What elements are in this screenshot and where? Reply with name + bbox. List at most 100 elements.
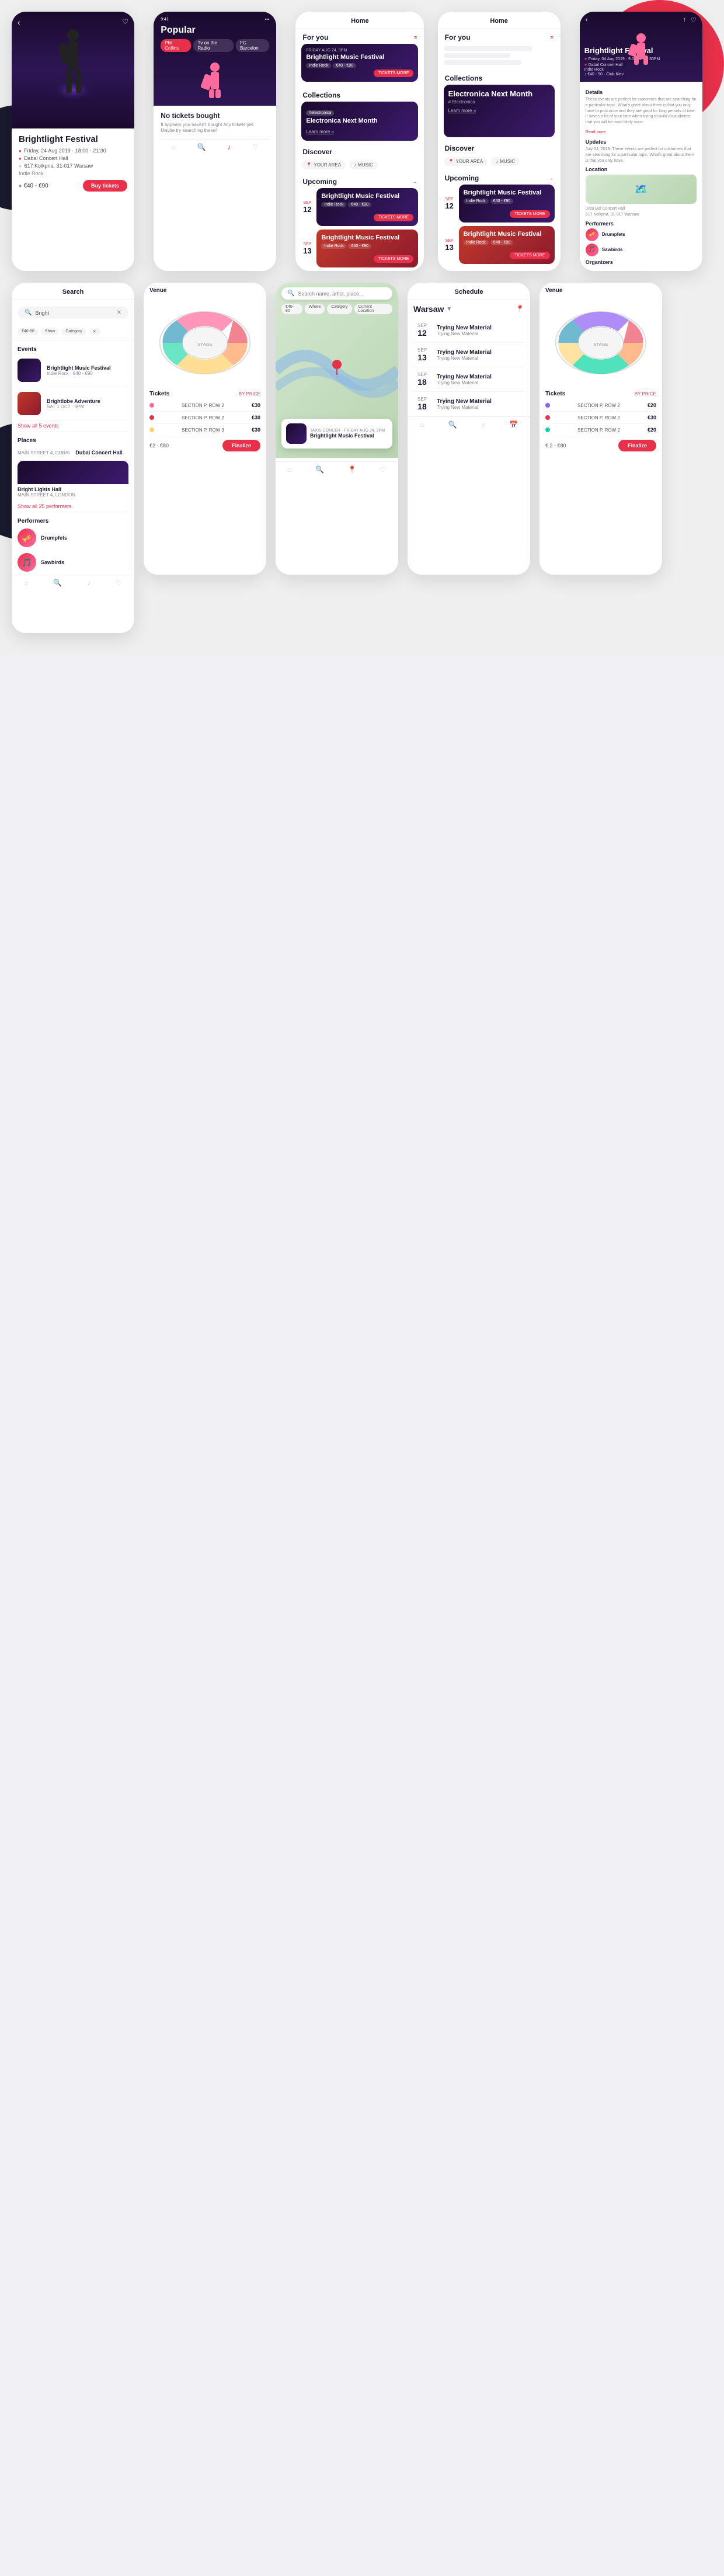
collection-card[interactable]: #electronica Electronica Next Month Lear… <box>301 102 418 141</box>
show-all-performers[interactable]: Show all 25 performers <box>12 503 134 509</box>
genre-tag-2: Indie Rock <box>321 244 346 249</box>
upcoming-item-2[interactable]: SEP 13 Brightlight Music Festival Indie … <box>301 230 418 267</box>
performer-item-1[interactable]: 🎺 Drumpfets <box>18 526 128 550</box>
nav-music-icon[interactable]: ♪ <box>227 143 231 151</box>
upcoming-tickets-button[interactable]: TICKETS MORE <box>374 214 414 221</box>
upcoming-item[interactable]: SEP 12 Brightlight Music Festival Indie … <box>301 188 418 226</box>
warsaw-nav-music[interactable]: ♪ <box>481 420 485 429</box>
event-thumb-1 <box>18 359 41 382</box>
svg-text:STAGE: STAGE <box>593 342 608 347</box>
second-finalize-button[interactable]: Finalize <box>618 440 656 451</box>
upcoming-event-card-4[interactable]: Brightlight Music Festival Indie Rock €4… <box>459 226 555 264</box>
foryou-see-all[interactable]: ≡ <box>550 34 553 40</box>
warsaw-item-2[interactable]: SEP 13 Trying New Material Trying New Ma… <box>413 343 524 367</box>
warsaw-venue-3: Trying New Material <box>437 380 524 385</box>
nav-heart-icon[interactable]: ♡ <box>252 143 259 151</box>
collection-card-big[interactable]: Electronica Next Month # Electronica Lea… <box>444 85 555 137</box>
svg-text:STAGE: STAGE <box>197 342 213 347</box>
foryou-label: For you <box>445 33 471 41</box>
back-button[interactable]: ‹ <box>18 18 20 27</box>
ticket-color-2 <box>149 415 154 420</box>
map-where-filter[interactable]: Where <box>305 304 325 314</box>
learn-more-link[interactable]: Learn more » <box>306 129 334 134</box>
performer-circle-1: 🎺 <box>18 529 36 547</box>
upcoming-tickets-button-2[interactable]: TICKETS MORE <box>374 255 414 263</box>
map-event-card[interactable]: TAXIS CONCER · FRIDAY AUG 24, 9PM Bright… <box>281 419 392 449</box>
read-more-link[interactable]: Read more <box>586 130 606 134</box>
second-ticket-price-1: €20 <box>648 402 656 408</box>
date-day-4: 13 <box>444 243 455 252</box>
upcoming-event-card[interactable]: Brightlight Music Festival Indie Rock €4… <box>316 188 418 226</box>
map-location-filter[interactable]: Current Location <box>354 304 392 314</box>
date-day-3: 12 <box>444 201 455 210</box>
nav-home[interactable]: ⌂ <box>24 579 28 587</box>
upcoming-event-card-2[interactable]: Brightlight Music Festival Indie Rock €4… <box>316 230 418 267</box>
tab-tv-radio[interactable]: Tv on the Radio <box>193 39 234 52</box>
warsaw-item-1[interactable]: SEP 12 Trying New Material Trying New Ma… <box>413 318 524 343</box>
map-category-filter[interactable]: Category <box>327 304 351 314</box>
warsaw-item-4[interactable]: SEP 18 Trying New Material Trying New Ma… <box>413 392 524 416</box>
map-nav-search[interactable]: 🔍 <box>315 465 324 474</box>
price-filter-chip[interactable]: €40-80 <box>18 328 39 335</box>
second-by-price[interactable]: BY PRICE <box>635 391 656 397</box>
search-input[interactable] <box>35 310 113 316</box>
show-filter-chip[interactable]: Show <box>41 328 60 335</box>
upcoming-item-4[interactable]: SEP 13 Brightlight Music Festival Indie … <box>444 226 555 264</box>
buy-tickets-button[interactable]: Buy tickets <box>83 180 127 192</box>
tickets-button[interactable]: TICKETS MORE <box>374 69 414 77</box>
upcoming-see-all[interactable]: → <box>412 179 417 185</box>
category-filter-chip[interactable]: Category <box>61 328 86 335</box>
discover-music-chip-2[interactable]: ♪ MUSIC <box>491 157 520 166</box>
show-all-events[interactable]: Show all 5 events <box>12 423 134 429</box>
warsaw-item-3[interactable]: SEP 18 Trying New Material Trying New Ma… <box>413 367 524 392</box>
warsaw-nav-search[interactable]: 🔍 <box>448 420 457 429</box>
tab-fc-barcelon[interactable]: FC Barcelon <box>236 39 269 52</box>
map-price-filter[interactable]: €40-80 <box>281 304 302 314</box>
warsaw-dropdown-icon[interactable]: ▼ <box>446 306 452 312</box>
clear-filter-chip[interactable]: ✕ <box>89 328 100 335</box>
nav-music[interactable]: ♪ <box>87 579 90 587</box>
nav-search[interactable]: 🔍 <box>53 579 62 587</box>
discover-music-label-2: MUSIC <box>500 159 515 164</box>
finalize-button[interactable]: Finalize <box>222 440 260 451</box>
upcoming-tickets-button-3[interactable]: TICKETS MORE <box>510 210 550 218</box>
upcoming-see-all-2[interactable]: → <box>548 175 554 181</box>
place-card-1[interactable]: Bright Lights Hall MAIN STREET 4, LONDON <box>18 461 128 500</box>
warsaw-nav-calendar[interactable]: 📅 <box>509 420 518 429</box>
second-ticket-name-2: SECTION P, ROW 2 <box>577 415 620 420</box>
upcoming-tickets-button-4[interactable]: TICKETS MORE <box>510 252 550 259</box>
foryou-screen: Home For you ≡ Collections Electronica N… <box>438 12 561 271</box>
map-nav-location[interactable]: 📍 <box>347 465 356 474</box>
nav-home-icon[interactable]: ⌂ <box>172 143 176 151</box>
performer-item-2[interactable]: 🎵 Sawbirds <box>18 550 128 575</box>
for-you-placeholder <box>438 44 561 67</box>
performer-drumpfets: 🎺 Drumpfets <box>586 228 697 241</box>
event-list-item-1[interactable]: Brightlight Music Festival Indie Rock · … <box>18 354 128 387</box>
upcoming-event-card-3[interactable]: Brightlight Music Festival Indie Rock €4… <box>459 185 555 223</box>
nav-search-icon[interactable]: 🔍 <box>197 143 206 151</box>
by-price-label[interactable]: BY PRICE <box>239 391 260 397</box>
close-search-icon[interactable]: ✕ <box>117 310 121 316</box>
map-search-input[interactable] <box>298 291 387 297</box>
warsaw-day-2: 13 <box>413 353 431 362</box>
discover-area-chip-2[interactable]: 📍 YOUR AREA <box>444 157 488 166</box>
tab-phil-collins[interactable]: Phil Collins <box>161 39 191 52</box>
nav-heart[interactable]: ♡ <box>116 579 122 587</box>
learn-more-big[interactable]: Learn more » <box>448 108 476 113</box>
for-you-see-all[interactable]: ≡ <box>414 34 417 40</box>
warsaw-bottom-nav: ⌂ 🔍 ♪ 📅 <box>408 416 530 431</box>
discover-music-chip[interactable]: ♪ MUSIC <box>349 161 378 169</box>
map-nav-heart[interactable]: ♡ <box>380 465 387 474</box>
warsaw-month-1: SEP <box>413 323 431 328</box>
favorite-button[interactable]: ♡ <box>122 18 128 26</box>
performers-section-title: Performers <box>586 221 697 227</box>
warsaw-nav-home[interactable]: ⌂ <box>420 420 424 429</box>
featured-event-card[interactable]: FRIDAY AUG 24, 9PM Brightlight Music Fes… <box>301 44 418 82</box>
event-list-item-2[interactable]: Brightlobe Adventure SAT 1 OCT · 9PM <box>18 387 128 420</box>
second-ticket-price-3: €20 <box>648 427 656 433</box>
discover-area-chip[interactable]: 📍 YOUR AREA <box>301 161 346 169</box>
updates-text: July 04, 2019: These events are perfect … <box>586 147 697 164</box>
place-item-1[interactable]: MAIN STREET 4, DUBAI Dubai Concert Hall <box>18 445 128 461</box>
map-nav-home[interactable]: ⌂ <box>287 465 291 474</box>
upcoming-item-3[interactable]: SEP 12 Brightlight Music Festival Indie … <box>444 185 555 223</box>
